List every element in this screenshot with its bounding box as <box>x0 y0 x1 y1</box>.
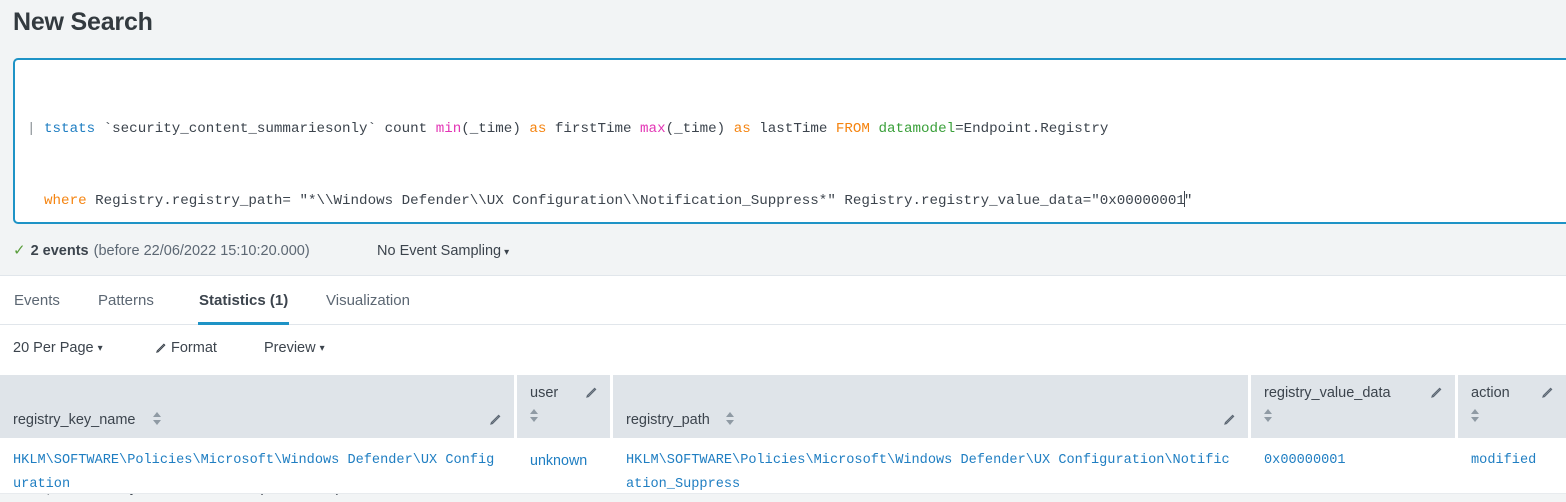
column-header-registry-value-data[interactable]: registry_value_data <box>1251 375 1455 438</box>
event-count-group: ✓ 2 events (before 22/06/2022 15:10:20.0… <box>13 243 310 259</box>
results-table: registry_key_name user registry_path reg… <box>0 375 1566 494</box>
table-row: HKLM\SOFTWARE\Policies\Microsoft\Windows… <box>0 438 1566 494</box>
format-button[interactable]: Format <box>155 340 217 356</box>
column-header-action[interactable]: action <box>1458 375 1566 438</box>
cell-value-link[interactable]: HKLM\SOFTWARE\Policies\Microsoft\Windows… <box>626 453 1230 492</box>
results-toolbar: 20 Per Page ▾ Format Preview ▾ <box>0 325 1566 375</box>
cell-registry-value-data[interactable]: 0x00000001 <box>1251 438 1455 473</box>
pencil-icon <box>155 342 167 354</box>
tab-statistics[interactable]: Statistics (1) <box>198 276 290 325</box>
sort-toggle-icon[interactable] <box>726 412 735 425</box>
preview-label: Preview <box>264 340 316 356</box>
pencil-icon[interactable] <box>1430 386 1443 399</box>
sort-toggle-icon[interactable] <box>530 409 539 422</box>
pencil-icon[interactable] <box>585 386 598 399</box>
check-icon: ✓ <box>13 242 26 259</box>
event-count-bar: ✓ 2 events (before 22/06/2022 15:10:20.0… <box>0 232 1566 276</box>
column-label: action <box>1471 385 1510 401</box>
sort-toggle-icon[interactable] <box>1471 409 1480 422</box>
cell-registry-path[interactable]: HKLM\SOFTWARE\Policies\Microsoft\Windows… <box>613 438 1248 497</box>
chevron-down-icon: ▾ <box>319 342 325 354</box>
event-sampling-dropdown[interactable]: No Event Sampling ▾ <box>377 243 509 259</box>
tab-events[interactable]: Events <box>13 276 61 325</box>
cell-value-link[interactable]: modified <box>1471 453 1536 468</box>
tab-patterns[interactable]: Patterns <box>97 276 155 325</box>
event-time-range-label: (before 22/06/2022 15:10:20.000) <box>93 243 310 259</box>
per-page-label: 20 Per Page <box>13 340 94 356</box>
pencil-icon[interactable] <box>1541 386 1554 399</box>
column-label: registry_key_name <box>13 412 136 428</box>
event-count-label: 2 events <box>30 243 89 259</box>
search-query-editor[interactable]: | tstats `security_content_summariesonly… <box>13 58 1566 497</box>
column-label: user <box>530 385 559 401</box>
chevron-down-icon: ▾ <box>97 342 103 354</box>
spl-line-1: | tstats `security_content_summariesonly… <box>27 121 1109 137</box>
column-label: registry_value_data <box>1264 385 1391 401</box>
cell-registry-key-name[interactable]: HKLM\SOFTWARE\Policies\Microsoft\Windows… <box>0 438 514 497</box>
per-page-dropdown[interactable]: 20 Per Page ▾ <box>13 340 103 356</box>
column-header-registry-path[interactable]: registry_path <box>613 375 1248 438</box>
pencil-icon[interactable] <box>1223 413 1236 426</box>
cell-user[interactable]: unknown <box>517 438 610 473</box>
cell-value-link[interactable]: unknown <box>530 453 587 469</box>
results-tabs: Events Patterns Statistics (1) Visualiza… <box>0 276 1566 325</box>
event-sampling-label: No Event Sampling <box>377 243 502 259</box>
sort-toggle-icon[interactable] <box>1264 409 1273 422</box>
preview-dropdown[interactable]: Preview ▾ <box>264 340 325 356</box>
cell-action[interactable]: modified <box>1458 438 1566 473</box>
column-header-registry-key-name[interactable]: registry_key_name <box>0 375 514 438</box>
column-header-user[interactable]: user <box>517 375 610 438</box>
search-page: New Search | tstats `security_content_su… <box>0 0 1566 502</box>
cell-value-link[interactable]: HKLM\SOFTWARE\Policies\Microsoft\Windows… <box>13 453 494 492</box>
chevron-down-icon: ▾ <box>504 247 510 258</box>
table-body: HKLM\SOFTWARE\Policies\Microsoft\Windows… <box>0 438 1566 494</box>
column-label: registry_path <box>626 412 710 428</box>
pencil-icon[interactable] <box>489 413 502 426</box>
format-label: Format <box>171 340 217 356</box>
cell-value-link[interactable]: 0x00000001 <box>1264 453 1346 468</box>
spl-line-2: where Registry.registry_path= "*\\Window… <box>44 191 1193 209</box>
table-header-row: registry_key_name user registry_path reg… <box>0 375 1566 438</box>
sort-toggle-icon[interactable] <box>153 412 162 425</box>
page-title: New Search <box>13 8 153 36</box>
tab-visualization[interactable]: Visualization <box>325 276 411 325</box>
